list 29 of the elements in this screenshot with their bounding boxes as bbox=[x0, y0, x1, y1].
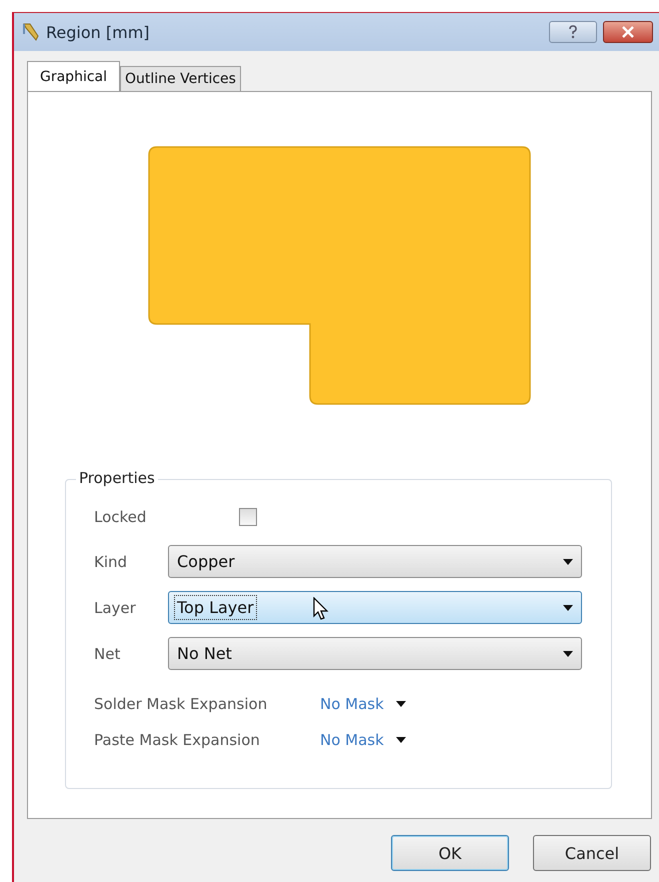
close-button[interactable] bbox=[603, 21, 653, 43]
field-label: Locked bbox=[94, 508, 148, 526]
tab[interactable]: Graphical bbox=[27, 61, 120, 91]
field-label: Layer bbox=[94, 598, 137, 616]
tab[interactable]: Outline Vertices bbox=[120, 66, 241, 91]
dropdown-arrow-icon bbox=[563, 650, 573, 656]
field-label: Solder Mask Expansion bbox=[94, 695, 268, 713]
mask-dropdown[interactable]: No Mask bbox=[320, 731, 406, 749]
mask-dropdown[interactable]: No Mask bbox=[320, 695, 406, 713]
close-icon bbox=[621, 26, 635, 38]
dialog-button[interactable]: Cancel bbox=[533, 835, 651, 871]
field-label: Paste Mask Expansion bbox=[94, 731, 261, 749]
window-title: Region [mm] bbox=[46, 22, 150, 42]
locked-checkbox[interactable] bbox=[239, 508, 257, 526]
field-label: Kind bbox=[94, 552, 128, 570]
dialog-button[interactable]: OK bbox=[391, 835, 509, 871]
help-icon bbox=[567, 25, 579, 39]
group-title: Properties bbox=[76, 469, 158, 487]
help-button[interactable] bbox=[549, 21, 597, 43]
caret-icon bbox=[396, 737, 406, 743]
dropdown-arrow-icon bbox=[563, 604, 573, 610]
field-label: Net bbox=[94, 644, 122, 662]
dropdown[interactable]: No Net bbox=[168, 637, 582, 670]
dropdown[interactable]: Top Layer bbox=[168, 591, 582, 624]
mouse-cursor-icon bbox=[313, 597, 329, 621]
dropdown[interactable]: Copper bbox=[168, 545, 582, 578]
caret-icon bbox=[396, 701, 406, 707]
pencil-icon bbox=[22, 22, 40, 42]
dropdown-arrow-icon bbox=[563, 558, 573, 564]
